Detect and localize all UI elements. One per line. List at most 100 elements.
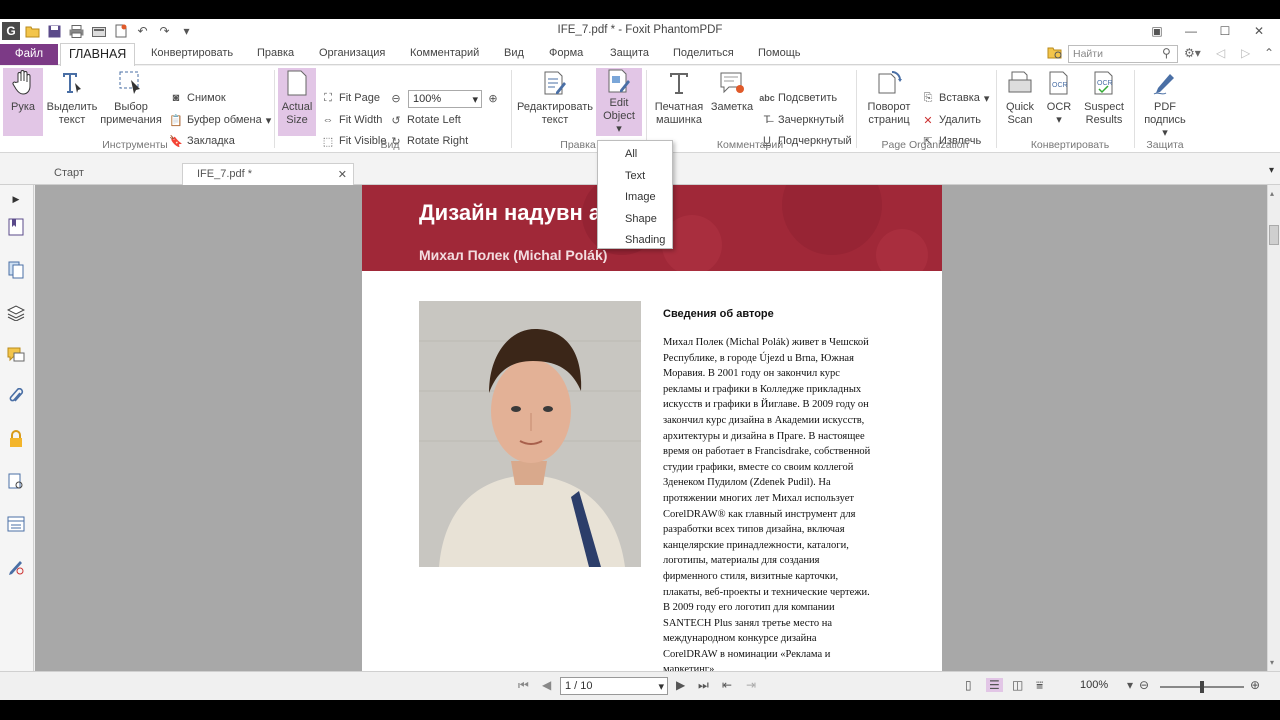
- page-number-input[interactable]: 1 / 10 ▾: [560, 677, 668, 695]
- status-zoom-in-icon[interactable]: ⊕: [1250, 678, 1260, 692]
- signatures-icon[interactable]: [6, 557, 26, 577]
- next-view-icon[interactable]: ⇥: [746, 678, 756, 692]
- next-result-icon[interactable]: ▷: [1241, 46, 1250, 60]
- next-page-icon[interactable]: ▶: [676, 678, 685, 692]
- previous-view-icon[interactable]: ⇤: [722, 678, 732, 692]
- tab-help[interactable]: Помощь: [758, 47, 801, 59]
- customize-toolbar-icon[interactable]: ▾: [177, 22, 196, 40]
- expand-pane-icon[interactable]: ▶: [6, 189, 26, 209]
- hand-tool-button[interactable]: Рука: [3, 68, 43, 136]
- delete-page-button[interactable]: ✕ Удалить: [921, 111, 981, 129]
- tab-share[interactable]: Поделиться: [673, 47, 734, 59]
- redo-icon[interactable]: ↷: [155, 22, 174, 40]
- rotate-pages-button[interactable]: Поворот страниц: [862, 68, 916, 127]
- restore-icon[interactable]: ▣: [1140, 21, 1174, 41]
- layers-icon[interactable]: [6, 303, 26, 323]
- ocr-button[interactable]: OCR OCR ▾: [1043, 68, 1075, 127]
- zoom-slider[interactable]: [1160, 681, 1244, 693]
- edit-text-button[interactable]: Редактировать текст: [515, 68, 595, 127]
- edit-object-button[interactable]: Edit Object ▾: [596, 68, 642, 136]
- insert-button[interactable]: ⎘ Вставка ▾: [921, 89, 990, 107]
- new-document-icon[interactable]: [111, 22, 130, 40]
- close-tab-icon[interactable]: ✕: [338, 168, 347, 181]
- undo-icon[interactable]: ↶: [133, 22, 152, 40]
- open-icon[interactable]: [23, 22, 42, 40]
- print-icon[interactable]: [67, 22, 86, 40]
- content-search-icon[interactable]: [6, 472, 26, 492]
- rotate-left-button[interactable]: ↺ Rotate Left: [389, 111, 460, 129]
- menu-item-shape[interactable]: Shape: [598, 209, 672, 231]
- vertical-scrollbar[interactable]: ▴ ▾: [1267, 185, 1280, 671]
- tab-convert[interactable]: Конвертировать: [151, 47, 233, 59]
- actual-size-button[interactable]: Actual Size: [278, 68, 316, 136]
- note-button[interactable]: Заметка: [709, 68, 755, 114]
- last-page-icon[interactable]: ⏭: [698, 678, 709, 693]
- security-lock-icon[interactable]: [6, 429, 26, 449]
- select-annotation-button[interactable]: Выбор примечания: [100, 68, 162, 127]
- tab-document[interactable]: IFE_7.pdf * ✕: [182, 163, 354, 185]
- insert-dropdown-icon[interactable]: ▾: [984, 92, 990, 105]
- first-page-icon[interactable]: ⏮: [518, 678, 529, 693]
- close-icon[interactable]: ✕: [1242, 21, 1276, 41]
- fit-page-button[interactable]: ⛶ Fit Page: [321, 89, 380, 107]
- tab-edit[interactable]: Правка: [257, 47, 294, 59]
- single-page-icon[interactable]: ▯: [965, 678, 972, 692]
- settings-icon[interactable]: ⚙▾: [1184, 46, 1201, 60]
- zoom-combo[interactable]: 100% ▾: [408, 90, 482, 108]
- menu-item-image[interactable]: Image: [598, 187, 672, 209]
- app-logo-icon[interactable]: G: [2, 22, 20, 40]
- strikeout-button[interactable]: T̶ Зачеркнутый: [760, 111, 844, 129]
- ocr-dropdown-icon[interactable]: ▾: [1056, 114, 1062, 127]
- bookmarks-icon[interactable]: [6, 217, 26, 237]
- tab-form[interactable]: Форма: [549, 47, 583, 59]
- continuous-facing-icon[interactable]: ⩸: [1036, 678, 1043, 693]
- document-view[interactable]: Дизайн надувн атра Михал Полек (Michal P…: [35, 185, 1267, 671]
- zoom-slider-thumb[interactable]: [1200, 681, 1204, 693]
- continuous-page-icon[interactable]: ☰: [986, 678, 1003, 692]
- tab-home[interactable]: ГЛАВНАЯ: [60, 43, 136, 66]
- search-icon[interactable]: ⚲: [1162, 46, 1171, 60]
- pages-icon[interactable]: [6, 260, 26, 280]
- clipboard-dropdown-icon[interactable]: ▾: [266, 114, 272, 127]
- save-icon[interactable]: [45, 22, 64, 40]
- select-text-button[interactable]: Выделить текст: [46, 68, 98, 127]
- menu-item-text[interactable]: Text: [598, 166, 672, 188]
- search-folder-icon[interactable]: [1047, 46, 1063, 63]
- edit-object-dropdown-icon[interactable]: ▾: [616, 123, 622, 136]
- pdf-sign-button[interactable]: PDF подпись ▾: [1140, 68, 1190, 140]
- collapse-ribbon-icon[interactable]: ⌃: [1264, 46, 1274, 60]
- maximize-icon[interactable]: ☐: [1208, 21, 1242, 41]
- tab-file[interactable]: Файл: [0, 44, 58, 65]
- previous-page-icon[interactable]: ◀: [542, 678, 551, 692]
- zoom-menu-icon[interactable]: ▾: [1127, 678, 1133, 692]
- clipboard-button[interactable]: 📋 Буфер обмена ▾: [169, 111, 271, 129]
- comments-icon[interactable]: [6, 345, 26, 365]
- attachments-icon[interactable]: [6, 387, 26, 407]
- tab-start[interactable]: Старт: [40, 163, 180, 185]
- prev-result-icon[interactable]: ◁: [1216, 46, 1225, 60]
- menu-item-shading[interactable]: Shading: [598, 230, 672, 252]
- quick-scan-button[interactable]: Quick Scan: [1000, 68, 1040, 127]
- suspect-results-button[interactable]: OCR Suspect Results: [1080, 68, 1128, 127]
- zoom-dropdown-icon[interactable]: ▾: [472, 93, 478, 106]
- scroll-down-icon[interactable]: ▾: [1270, 658, 1274, 667]
- highlight-button[interactable]: abc Подсветить: [759, 89, 837, 107]
- scroll-up-icon[interactable]: ▴: [1270, 189, 1274, 198]
- status-zoom-out-icon[interactable]: ⊖: [1139, 678, 1149, 692]
- zoom-out-icon[interactable]: ⊖: [389, 89, 403, 107]
- scroll-thumb[interactable]: [1269, 225, 1279, 245]
- form-fields-icon[interactable]: [6, 514, 26, 534]
- tab-organize[interactable]: Организация: [319, 47, 385, 59]
- scan-icon[interactable]: [89, 22, 108, 40]
- typewriter-button[interactable]: Печатная машинка: [652, 68, 706, 127]
- page-dropdown-icon[interactable]: ▾: [658, 680, 664, 693]
- menu-item-all[interactable]: All: [598, 144, 672, 166]
- fit-width-button[interactable]: ⇔ Fit Width: [321, 111, 383, 129]
- zoom-in-icon[interactable]: ⊕: [486, 89, 500, 107]
- tab-view[interactable]: Вид: [504, 47, 524, 59]
- minimize-icon[interactable]: —: [1174, 21, 1208, 41]
- tab-comment[interactable]: Комментарий: [410, 47, 479, 59]
- facing-pages-icon[interactable]: ◫: [1012, 678, 1023, 692]
- tab-protect[interactable]: Защита: [610, 47, 649, 59]
- snapshot-button[interactable]: ◙ Снимок: [169, 89, 226, 107]
